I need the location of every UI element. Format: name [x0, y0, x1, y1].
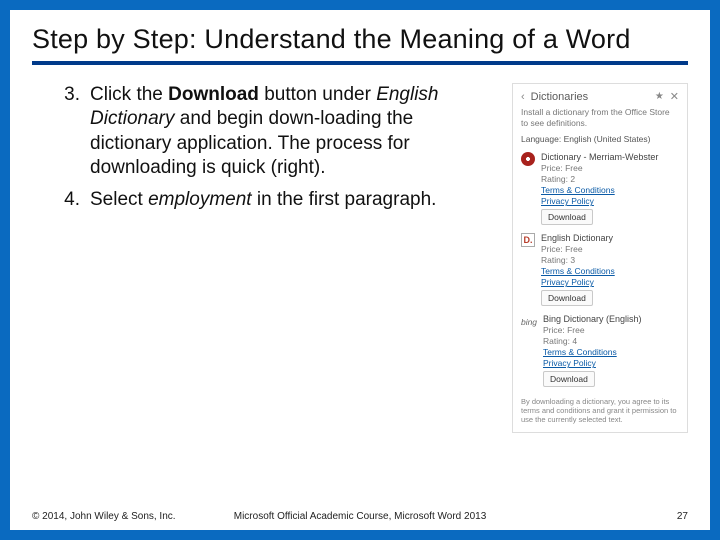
entry-info: English Dictionary Price: Free Rating: 3…: [541, 233, 679, 306]
step-number: 3.: [44, 83, 80, 107]
lang-label: Language:: [521, 134, 561, 144]
entry-info: Dictionary - Merriam-Webster Price: Free…: [541, 152, 679, 225]
terms-link[interactable]: Terms & Conditions: [543, 347, 679, 357]
footer: © 2014, John Wiley & Sons, Inc. Microsof…: [32, 511, 688, 522]
copyright: © 2014, John Wiley & Sons, Inc.: [32, 511, 176, 522]
entry-price: Price: Free: [541, 244, 679, 254]
panel-subtitle: Install a dictionary from the Office Sto…: [521, 107, 679, 128]
download-button[interactable]: Download: [541, 209, 593, 225]
entry-name: Bing Dictionary (English): [543, 314, 679, 324]
page-title: Step by Step: Understand the Meaning of …: [32, 24, 688, 65]
agreement-text: By downloading a dictionary, you agree t…: [521, 397, 679, 424]
privacy-link[interactable]: Privacy Policy: [541, 277, 679, 287]
dictionary-entry: bing Bing Dictionary (English) Price: Fr…: [521, 314, 679, 387]
footer-center: Microsoft Official Academic Course, Micr…: [234, 511, 487, 522]
entry-rating: Rating: 2: [541, 174, 679, 184]
entry-price: Price: Free: [541, 163, 679, 173]
close-icon[interactable]: ✕: [670, 90, 679, 103]
step-text: Select employment in the first paragraph…: [90, 189, 436, 210]
star-icon[interactable]: ★: [655, 91, 664, 102]
entry-info: Bing Dictionary (English) Price: Free Ra…: [543, 314, 679, 387]
step-item: 4. Select employment in the first paragr…: [70, 188, 496, 212]
entry-name: Dictionary - Merriam-Webster: [541, 152, 679, 162]
dictionary-entry: D. English Dictionary Price: Free Rating…: [521, 233, 679, 306]
back-icon[interactable]: ‹: [521, 91, 525, 103]
steps-column: 3. Click the Download button under Engli…: [32, 83, 496, 433]
panel-title: Dictionaries: [531, 91, 649, 103]
privacy-link[interactable]: Privacy Policy: [543, 358, 679, 368]
dictionary-entry: Dictionary - Merriam-Webster Price: Free…: [521, 152, 679, 225]
dictionaries-panel: ‹ Dictionaries ★ ✕ Install a dictionary …: [512, 83, 688, 433]
panel-header: ‹ Dictionaries ★ ✕: [521, 90, 679, 103]
privacy-link[interactable]: Privacy Policy: [541, 196, 679, 206]
download-button[interactable]: Download: [543, 371, 595, 387]
panel-language: Language: English (United States): [521, 134, 679, 144]
entry-name: English Dictionary: [541, 233, 679, 243]
slide: Step by Step: Understand the Meaning of …: [10, 10, 710, 530]
merriam-webster-icon: [521, 152, 535, 166]
english-dictionary-icon: D.: [521, 233, 535, 247]
step-text: Click the Download button under English …: [90, 84, 439, 178]
entry-price: Price: Free: [543, 325, 679, 335]
page-number: 27: [677, 511, 688, 522]
body-row: 3. Click the Download button under Engli…: [32, 83, 688, 433]
step-item: 3. Click the Download button under Engli…: [70, 83, 496, 180]
entry-rating: Rating: 3: [541, 255, 679, 265]
download-button[interactable]: Download: [541, 290, 593, 306]
lang-value: English (United States): [564, 134, 651, 144]
entry-rating: Rating: 4: [543, 336, 679, 346]
steps-list: 3. Click the Download button under Engli…: [32, 83, 496, 213]
terms-link[interactable]: Terms & Conditions: [541, 185, 679, 195]
bing-icon: bing: [521, 314, 537, 330]
step-number: 4.: [44, 188, 80, 212]
terms-link[interactable]: Terms & Conditions: [541, 266, 679, 276]
